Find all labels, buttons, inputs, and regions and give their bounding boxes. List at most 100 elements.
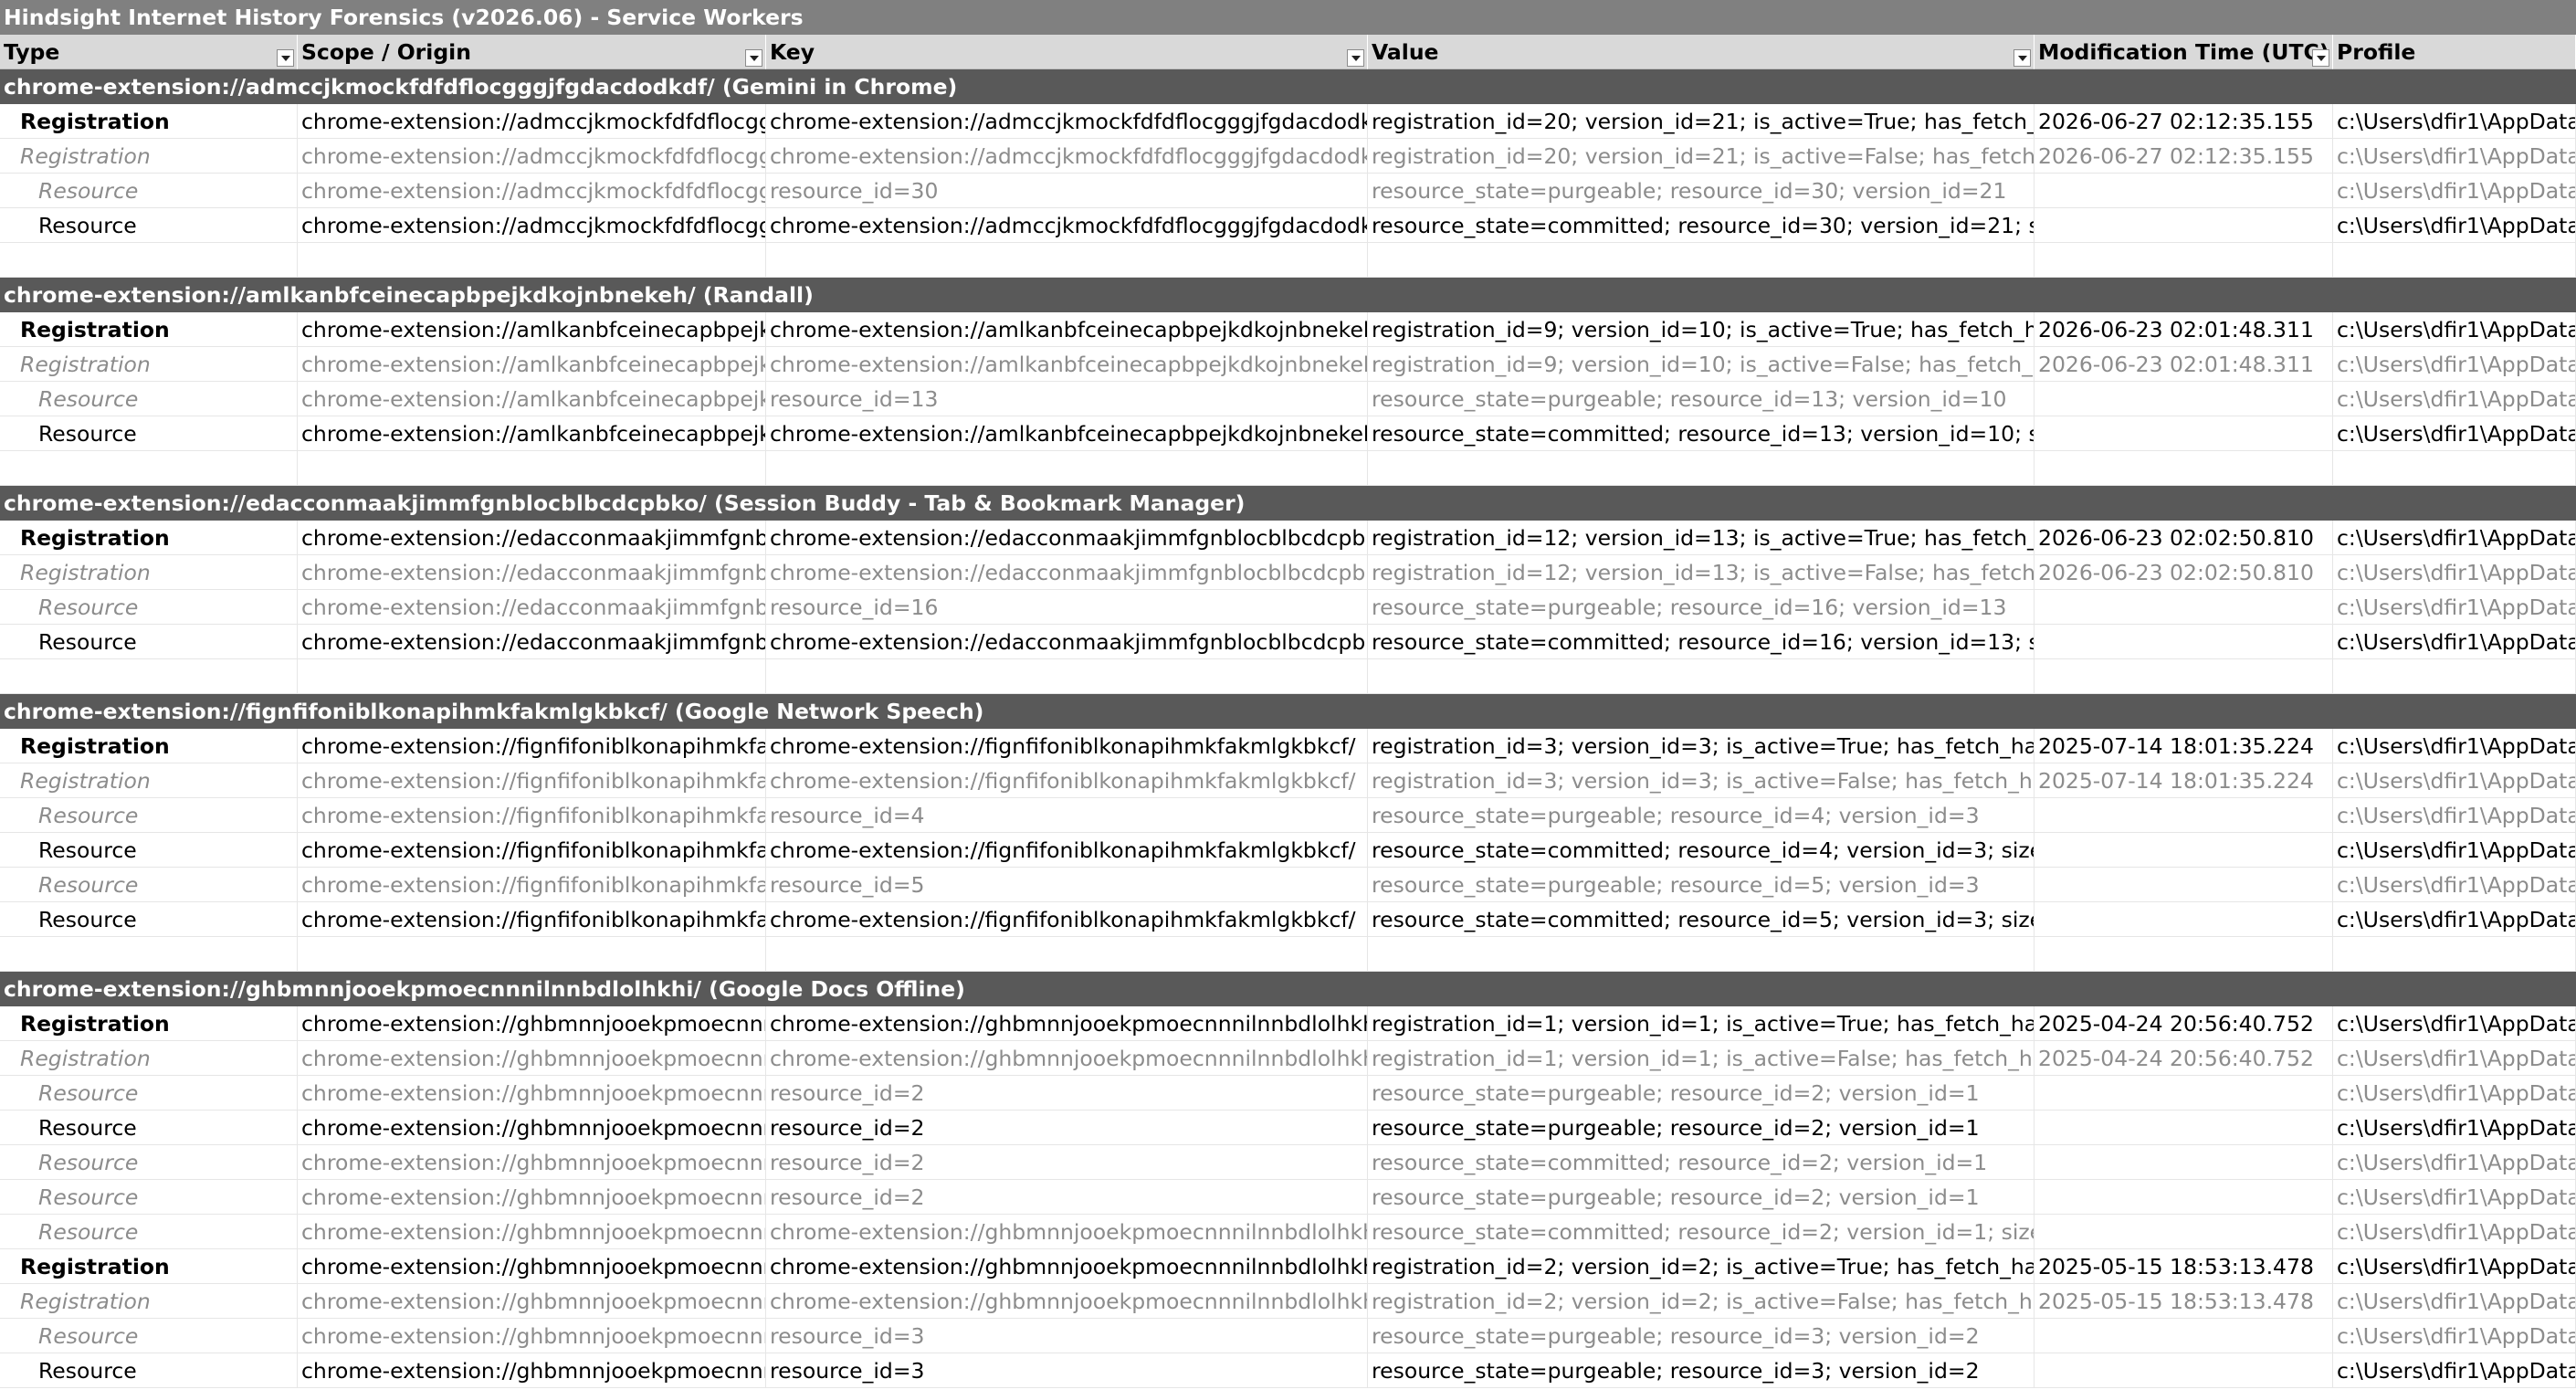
- table-row[interactable]: Resource chrome-extension://admccjkmockfd…: [0, 174, 2576, 208]
- empty-cell[interactable]: [1368, 937, 2035, 972]
- cell-scope[interactable]: chrome-extension://ghbmnnjooekpmoecnnnil…: [298, 1006, 766, 1041]
- empty-cell[interactable]: [1368, 451, 2035, 486]
- cell-key[interactable]: resource_id=5: [766, 868, 1368, 902]
- empty-cell[interactable]: [766, 451, 1368, 486]
- cell-type[interactable]: Registration: [0, 729, 298, 763]
- cell-scope[interactable]: chrome-extension://ghbmnnjooekpmoecnnnil…: [298, 1215, 766, 1249]
- cell-key[interactable]: resource_id=2: [766, 1180, 1368, 1215]
- cell-time[interactable]: [2035, 833, 2333, 868]
- cell-key[interactable]: chrome-extension://ghbmnnjooekpmoecnnnil…: [766, 1215, 1368, 1249]
- column-header-value[interactable]: Value: [1368, 35, 2035, 69]
- cell-scope[interactable]: chrome-extension://edacconmaakjimmfgnblo…: [298, 555, 766, 590]
- cell-scope[interactable]: chrome-extension://ghbmnnjooekpmoecnnnil…: [298, 1284, 766, 1319]
- cell-profile[interactable]: c:\Users\dfir1\AppData: [2333, 868, 2576, 902]
- cell-scope[interactable]: chrome-extension://fignfifoniblkonapihmk…: [298, 833, 766, 868]
- cell-profile[interactable]: c:\Users\dfir1\AppData: [2333, 1006, 2576, 1041]
- table-row[interactable]: Registration chrome-extension://fignfifon…: [0, 729, 2576, 763]
- group-header-row[interactable]: chrome-extension://admccjkmockfdfdflocgg…: [0, 69, 2576, 104]
- cell-type[interactable]: Resource: [0, 382, 298, 416]
- cell-profile[interactable]: c:\Users\dfir1\AppData: [2333, 347, 2576, 382]
- cell-scope[interactable]: chrome-extension://fignfifoniblkonapihmk…: [298, 798, 766, 833]
- cell-value[interactable]: resource_state=purgeable; resource_id=3;…: [1368, 1353, 2035, 1388]
- cell-key[interactable]: chrome-extension://amlkanbfceinecapbpejk…: [766, 312, 1368, 347]
- table-row[interactable]: Resource chrome-extension://ghbmnnjooekpm…: [0, 1180, 2576, 1215]
- cell-time[interactable]: [2035, 416, 2333, 451]
- cell-scope[interactable]: chrome-extension://amlkanbfceinecapbpejk…: [298, 382, 766, 416]
- cell-type[interactable]: Resource: [0, 1215, 298, 1249]
- empty-cell[interactable]: [298, 451, 766, 486]
- cell-scope[interactable]: chrome-extension://fignfifoniblkonapihmk…: [298, 729, 766, 763]
- cell-value[interactable]: resource_state=committed; resource_id=5;…: [1368, 902, 2035, 937]
- cell-time[interactable]: [2035, 1319, 2333, 1353]
- empty-row[interactable]: [0, 937, 2576, 972]
- table-row[interactable]: Resource chrome-extension://amlkanbfceine…: [0, 382, 2576, 416]
- cell-key[interactable]: resource_id=3: [766, 1353, 1368, 1388]
- cell-type[interactable]: Resource: [0, 590, 298, 625]
- cell-profile[interactable]: c:\Users\dfir1\AppData: [2333, 798, 2576, 833]
- cell-type[interactable]: Registration: [0, 1041, 298, 1076]
- cell-key[interactable]: resource_id=2: [766, 1111, 1368, 1145]
- cell-type[interactable]: Resource: [0, 1319, 298, 1353]
- table-row[interactable]: Registration chrome-extension://admccjkmo…: [0, 139, 2576, 174]
- group-header-row[interactable]: chrome-extension://amlkanbfceinecapbpejk…: [0, 278, 2576, 312]
- cell-profile[interactable]: c:\Users\dfir1\AppData: [2333, 208, 2576, 243]
- cell-time[interactable]: 2026-06-23 02:02:50.810: [2035, 555, 2333, 590]
- cell-key[interactable]: resource_id=2: [766, 1076, 1368, 1111]
- cell-time[interactable]: 2025-07-14 18:01:35.224: [2035, 763, 2333, 798]
- cell-type[interactable]: Resource: [0, 833, 298, 868]
- table-row[interactable]: Resource chrome-extension://ghbmnnjooekpm…: [0, 1076, 2576, 1111]
- cell-time[interactable]: 2026-06-23 02:01:48.311: [2035, 347, 2333, 382]
- table-row[interactable]: Resource chrome-extension://amlkanbfceine…: [0, 416, 2576, 451]
- column-header-type[interactable]: Type: [0, 35, 298, 69]
- cell-value[interactable]: registration_id=1; version_id=1; is_acti…: [1368, 1041, 2035, 1076]
- cell-scope[interactable]: chrome-extension://admccjkmockfdfdflocgg…: [298, 139, 766, 174]
- empty-cell[interactable]: [2035, 659, 2333, 694]
- cell-profile[interactable]: c:\Users\dfir1\AppData: [2333, 1145, 2576, 1180]
- table-row[interactable]: Registration chrome-extension://ghbmnnjoo…: [0, 1041, 2576, 1076]
- empty-cell[interactable]: [0, 451, 298, 486]
- cell-profile[interactable]: c:\Users\dfir1\AppData: [2333, 729, 2576, 763]
- cell-time[interactable]: [2035, 208, 2333, 243]
- table-row[interactable]: Registration chrome-extension://admccjkmo…: [0, 104, 2576, 139]
- table-row[interactable]: Resource chrome-extension://ghbmnnjooekpm…: [0, 1145, 2576, 1180]
- cell-value[interactable]: registration_id=20; version_id=21; is_ac…: [1368, 104, 2035, 139]
- group-header-row[interactable]: chrome-extension://fignfifoniblkonapihmk…: [0, 694, 2576, 729]
- cell-profile[interactable]: c:\Users\dfir1\AppData: [2333, 1319, 2576, 1353]
- cell-key[interactable]: chrome-extension://ghbmnnjooekpmoecnnnil…: [766, 1284, 1368, 1319]
- cell-value[interactable]: resource_state=committed; resource_id=2;…: [1368, 1145, 2035, 1180]
- cell-type[interactable]: Registration: [0, 347, 298, 382]
- table-row[interactable]: Resource chrome-extension://ghbmnnjooekpm…: [0, 1215, 2576, 1249]
- cell-type[interactable]: Registration: [0, 139, 298, 174]
- cell-value[interactable]: resource_state=committed; resource_id=2;…: [1368, 1215, 2035, 1249]
- cell-scope[interactable]: chrome-extension://fignfifoniblkonapihmk…: [298, 902, 766, 937]
- cell-scope[interactable]: chrome-extension://fignfifoniblkonapihmk…: [298, 763, 766, 798]
- cell-value[interactable]: registration_id=2; version_id=2; is_acti…: [1368, 1284, 2035, 1319]
- empty-cell[interactable]: [2333, 451, 2576, 486]
- cell-key[interactable]: resource_id=3: [766, 1319, 1368, 1353]
- empty-cell[interactable]: [1368, 243, 2035, 278]
- table-row[interactable]: Resource chrome-extension://edacconmaakji…: [0, 590, 2576, 625]
- table-row[interactable]: Resource chrome-extension://admccjkmockfd…: [0, 208, 2576, 243]
- table-row[interactable]: Registration chrome-extension://ghbmnnjoo…: [0, 1249, 2576, 1284]
- empty-cell[interactable]: [298, 243, 766, 278]
- cell-scope[interactable]: chrome-extension://ghbmnnjooekpmoecnnnil…: [298, 1180, 766, 1215]
- cell-key[interactable]: resource_id=2: [766, 1145, 1368, 1180]
- cell-profile[interactable]: c:\Users\dfir1\AppData: [2333, 1041, 2576, 1076]
- cell-time[interactable]: [2035, 1076, 2333, 1111]
- cell-type[interactable]: Resource: [0, 868, 298, 902]
- cell-profile[interactable]: c:\Users\dfir1\AppData: [2333, 1284, 2576, 1319]
- cell-value[interactable]: registration_id=20; version_id=21; is_ac…: [1368, 139, 2035, 174]
- cell-key[interactable]: resource_id=13: [766, 382, 1368, 416]
- cell-profile[interactable]: c:\Users\dfir1\AppData: [2333, 139, 2576, 174]
- cell-profile[interactable]: c:\Users\dfir1\AppData: [2333, 1215, 2576, 1249]
- cell-key[interactable]: chrome-extension://ghbmnnjooekpmoecnnnil…: [766, 1249, 1368, 1284]
- cell-key[interactable]: resource_id=4: [766, 798, 1368, 833]
- cell-value[interactable]: registration_id=12; version_id=13; is_ac…: [1368, 555, 2035, 590]
- cell-type[interactable]: Resource: [0, 416, 298, 451]
- cell-value[interactable]: resource_state=purgeable; resource_id=30…: [1368, 174, 2035, 208]
- cell-value[interactable]: resource_state=purgeable; resource_id=3;…: [1368, 1319, 2035, 1353]
- table-row[interactable]: Registration chrome-extension://ghbmnnjoo…: [0, 1006, 2576, 1041]
- cell-profile[interactable]: c:\Users\dfir1\AppData: [2333, 1180, 2576, 1215]
- cell-key[interactable]: chrome-extension://ghbmnnjooekpmoecnnnil…: [766, 1041, 1368, 1076]
- cell-scope[interactable]: chrome-extension://ghbmnnjooekpmoecnnnil…: [298, 1319, 766, 1353]
